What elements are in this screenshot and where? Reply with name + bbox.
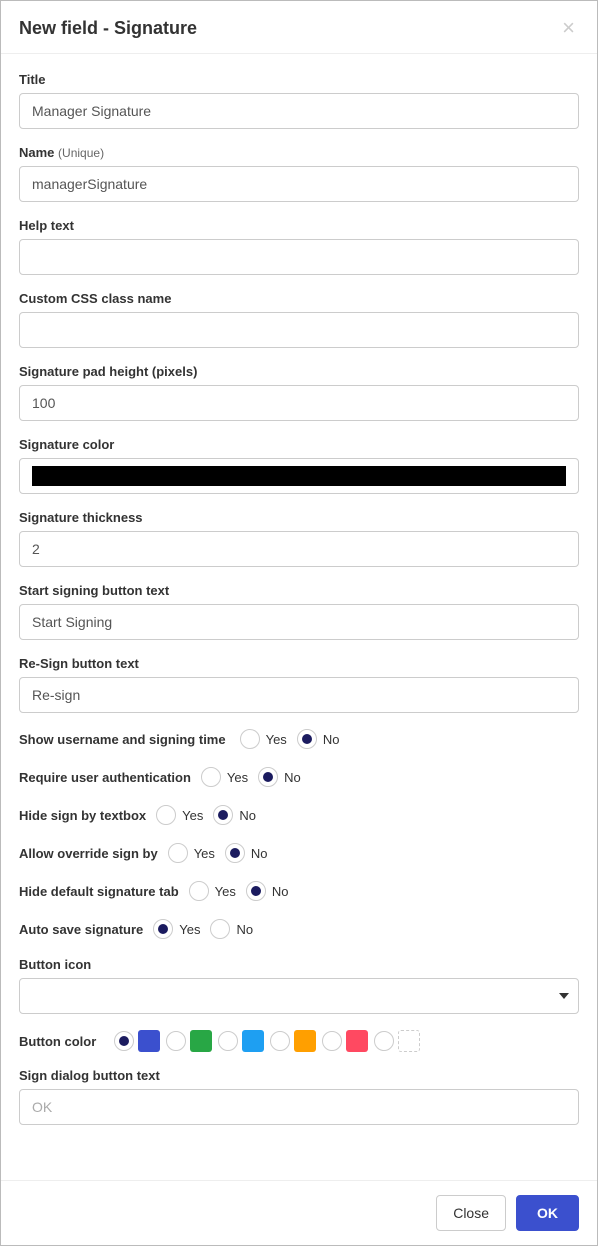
radio-icon	[166, 1031, 186, 1051]
radio-icon	[168, 843, 188, 863]
button-icon-label: Button icon	[19, 957, 579, 972]
show-user-row: Show username and signing time Yes No	[19, 729, 579, 749]
radio-icon	[374, 1031, 394, 1051]
auto-save-no[interactable]: No	[210, 919, 253, 939]
auto-save-label: Auto save signature	[19, 922, 143, 937]
radio-icon	[201, 767, 221, 787]
sig-color-picker[interactable]	[19, 458, 579, 494]
button-color-row: Button color	[19, 1030, 579, 1052]
show-user-no[interactable]: No	[297, 729, 340, 749]
radio-icon	[246, 881, 266, 901]
radio-icon	[322, 1031, 342, 1051]
button-color-red[interactable]	[322, 1030, 368, 1052]
hide-default-tab-row: Hide default signature tab Yes No	[19, 881, 579, 901]
sig-thickness-label: Signature thickness	[19, 510, 579, 525]
allow-override-label: Allow override sign by	[19, 846, 158, 861]
name-input[interactable]	[19, 166, 579, 202]
resign-btn-input[interactable]	[19, 677, 579, 713]
hide-signby-yes[interactable]: Yes	[156, 805, 203, 825]
button-color-blue[interactable]	[218, 1030, 264, 1052]
sig-color-swatch[interactable]	[32, 466, 566, 486]
button-color-white[interactable]	[374, 1030, 420, 1052]
radio-icon	[114, 1031, 134, 1051]
new-field-dialog: New field - Signature × Title Name (Uniq…	[0, 0, 598, 1246]
title-input[interactable]	[19, 93, 579, 129]
pad-height-label: Signature pad height (pixels)	[19, 364, 579, 379]
hide-default-tab-yes[interactable]: Yes	[189, 881, 236, 901]
radio-icon	[225, 843, 245, 863]
sig-color-label: Signature color	[19, 437, 579, 452]
color-swatch-blue	[242, 1030, 264, 1052]
radio-icon	[210, 919, 230, 939]
start-btn-input[interactable]	[19, 604, 579, 640]
css-class-input[interactable]	[19, 312, 579, 348]
name-label: Name (Unique)	[19, 145, 579, 160]
radio-icon	[156, 805, 176, 825]
pad-height-input[interactable]	[19, 385, 579, 421]
title-label: Title	[19, 72, 579, 87]
allow-override-row: Allow override sign by Yes No	[19, 843, 579, 863]
auto-save-row: Auto save signature Yes No	[19, 919, 579, 939]
help-text-label: Help text	[19, 218, 579, 233]
sig-thickness-input[interactable]	[19, 531, 579, 567]
button-icon-select[interactable]	[19, 978, 579, 1014]
ok-button[interactable]: OK	[516, 1195, 579, 1231]
radio-icon	[189, 881, 209, 901]
hide-signby-no[interactable]: No	[213, 805, 256, 825]
radio-icon	[270, 1031, 290, 1051]
dialog-btn-label: Sign dialog button text	[19, 1068, 579, 1083]
require-auth-row: Require user authentication Yes No	[19, 767, 579, 787]
radio-icon	[297, 729, 317, 749]
button-color-green[interactable]	[166, 1030, 212, 1052]
require-auth-no[interactable]: No	[258, 767, 301, 787]
radio-icon	[218, 1031, 238, 1051]
button-color-orange[interactable]	[270, 1030, 316, 1052]
button-color-default[interactable]	[114, 1030, 160, 1052]
close-button[interactable]: Close	[436, 1195, 506, 1231]
button-color-label: Button color	[19, 1034, 96, 1049]
hide-signby-row: Hide sign by textbox Yes No	[19, 805, 579, 825]
color-swatch-white	[398, 1030, 420, 1052]
require-auth-yes[interactable]: Yes	[201, 767, 248, 787]
css-class-label: Custom CSS class name	[19, 291, 579, 306]
allow-override-no[interactable]: No	[225, 843, 268, 863]
hide-default-tab-label: Hide default signature tab	[19, 884, 179, 899]
help-text-input[interactable]	[19, 239, 579, 275]
show-user-label: Show username and signing time	[19, 732, 226, 747]
require-auth-label: Require user authentication	[19, 770, 191, 785]
allow-override-yes[interactable]: Yes	[168, 843, 215, 863]
close-icon[interactable]: ×	[558, 17, 579, 39]
resign-btn-label: Re-Sign button text	[19, 656, 579, 671]
dialog-body: Title Name (Unique) Help text Custom CSS…	[1, 54, 597, 1180]
color-swatch-green	[190, 1030, 212, 1052]
radio-icon	[213, 805, 233, 825]
dialog-header: New field - Signature ×	[1, 1, 597, 54]
show-user-yes[interactable]: Yes	[240, 729, 287, 749]
hide-signby-label: Hide sign by textbox	[19, 808, 146, 823]
radio-icon	[240, 729, 260, 749]
radio-icon	[258, 767, 278, 787]
dialog-btn-input[interactable]	[19, 1089, 579, 1125]
color-swatch-orange	[294, 1030, 316, 1052]
color-swatch-default	[138, 1030, 160, 1052]
start-btn-label: Start signing button text	[19, 583, 579, 598]
auto-save-yes[interactable]: Yes	[153, 919, 200, 939]
dialog-footer: Close OK	[1, 1180, 597, 1245]
radio-icon	[153, 919, 173, 939]
dialog-title: New field - Signature	[19, 18, 197, 39]
color-swatch-red	[346, 1030, 368, 1052]
hide-default-tab-no[interactable]: No	[246, 881, 289, 901]
